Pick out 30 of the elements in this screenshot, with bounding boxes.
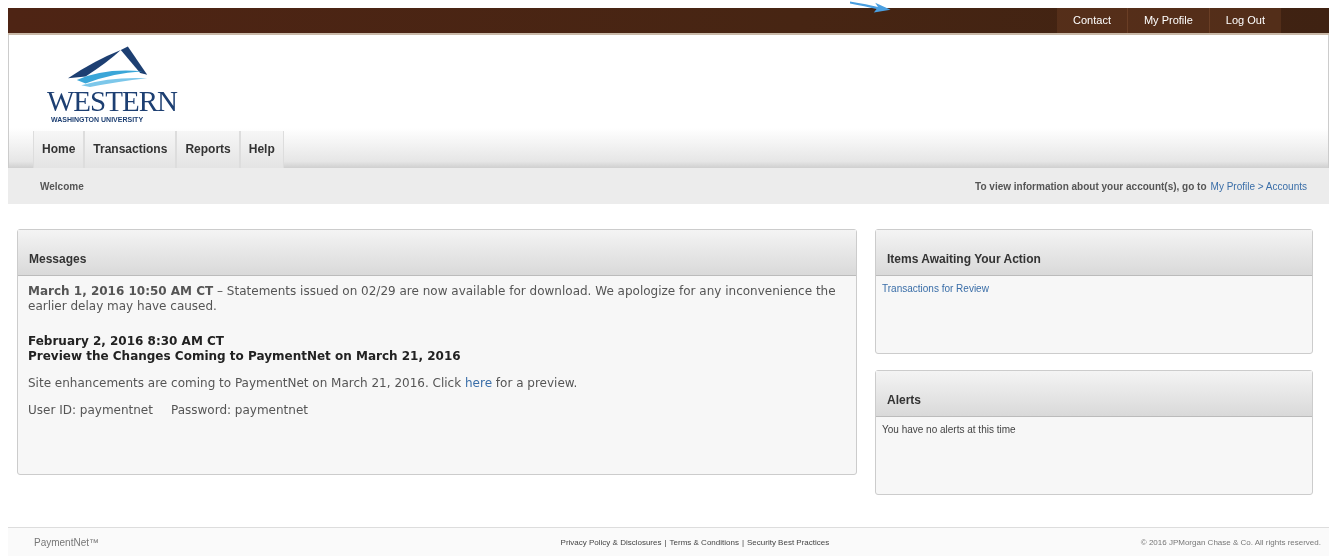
message-text: March 1, 2016 10:50 AM CT – Statements issued on 02/29 are now available for download. We apologize for any inconvenience the earlier delay may have caused. [28,284,837,314]
credential-text: User ID: paymentnet [28,403,153,418]
review-link[interactable]: Transactions for Review [882,283,1306,294]
footer-link[interactable]: Security Best Practices [747,537,830,547]
profile-accounts-link[interactable]: My Profile > Accounts [1210,180,1307,192]
footer-link[interactable]: Privacy Policy & Disclosures [560,537,662,547]
top-link[interactable]: Log Out [1208,8,1281,33]
copyright-text: © 2016 JPMorgan Chase & Co. All rights reserved. [1140,537,1321,547]
footer-brand: PaymentNet™ [34,536,100,548]
panel-title: Alerts [887,393,921,407]
message-text: Site enhancements are coming to PaymentNet on March 21, 2016. Click here for a preview. [28,376,579,391]
nav-tab[interactable]: Reports [176,131,240,168]
logo-wordmark: WESTERN [47,87,177,115]
credential-text: Password: paymentnet [170,403,308,418]
top-link[interactable]: My Profile [1126,8,1209,33]
account-info-text: To view information about your account(s), go to [975,180,1207,192]
here-link[interactable]: here [464,376,492,390]
panel-title: Items Awaiting Your Action [887,252,1041,266]
panel-title: Messages [29,252,87,266]
nav-tab[interactable]: Home [33,131,85,168]
message-heading: February 2, 2016 8:30 AM CT [28,334,225,349]
alerts-text: You have no alerts at this time [882,424,1017,435]
nav-tab[interactable]: Help [239,131,284,168]
nav-tab[interactable]: Transactions [84,131,177,168]
welcome-title: Welcome [40,180,84,192]
top-link[interactable]: Contact [1057,8,1127,33]
message-heading: Preview the Changes Coming to PaymentNet on March 21, 2016 [28,349,462,364]
footer-link[interactable]: Terms & Conditions [669,537,739,547]
separator-text: | [664,537,667,547]
separator-text: | [741,537,744,547]
